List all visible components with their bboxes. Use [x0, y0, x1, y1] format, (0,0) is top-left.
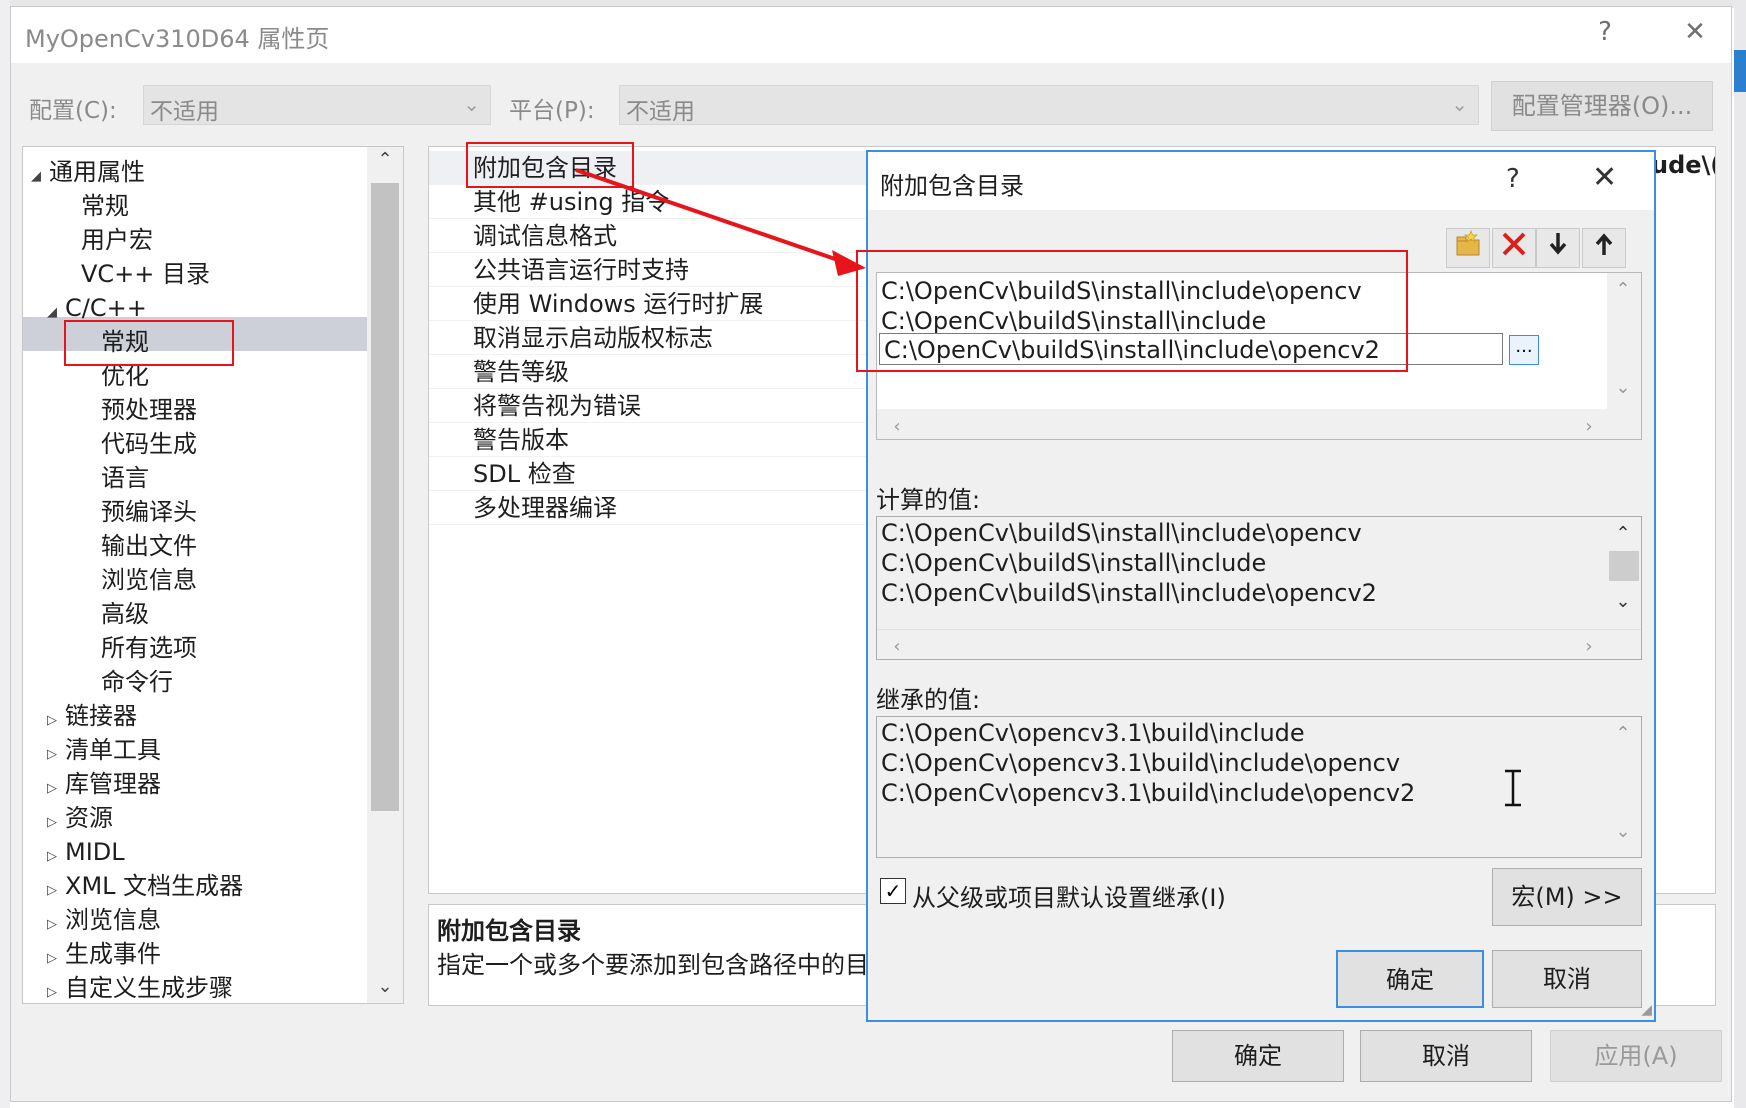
- annotation-arrow: [575, 168, 866, 276]
